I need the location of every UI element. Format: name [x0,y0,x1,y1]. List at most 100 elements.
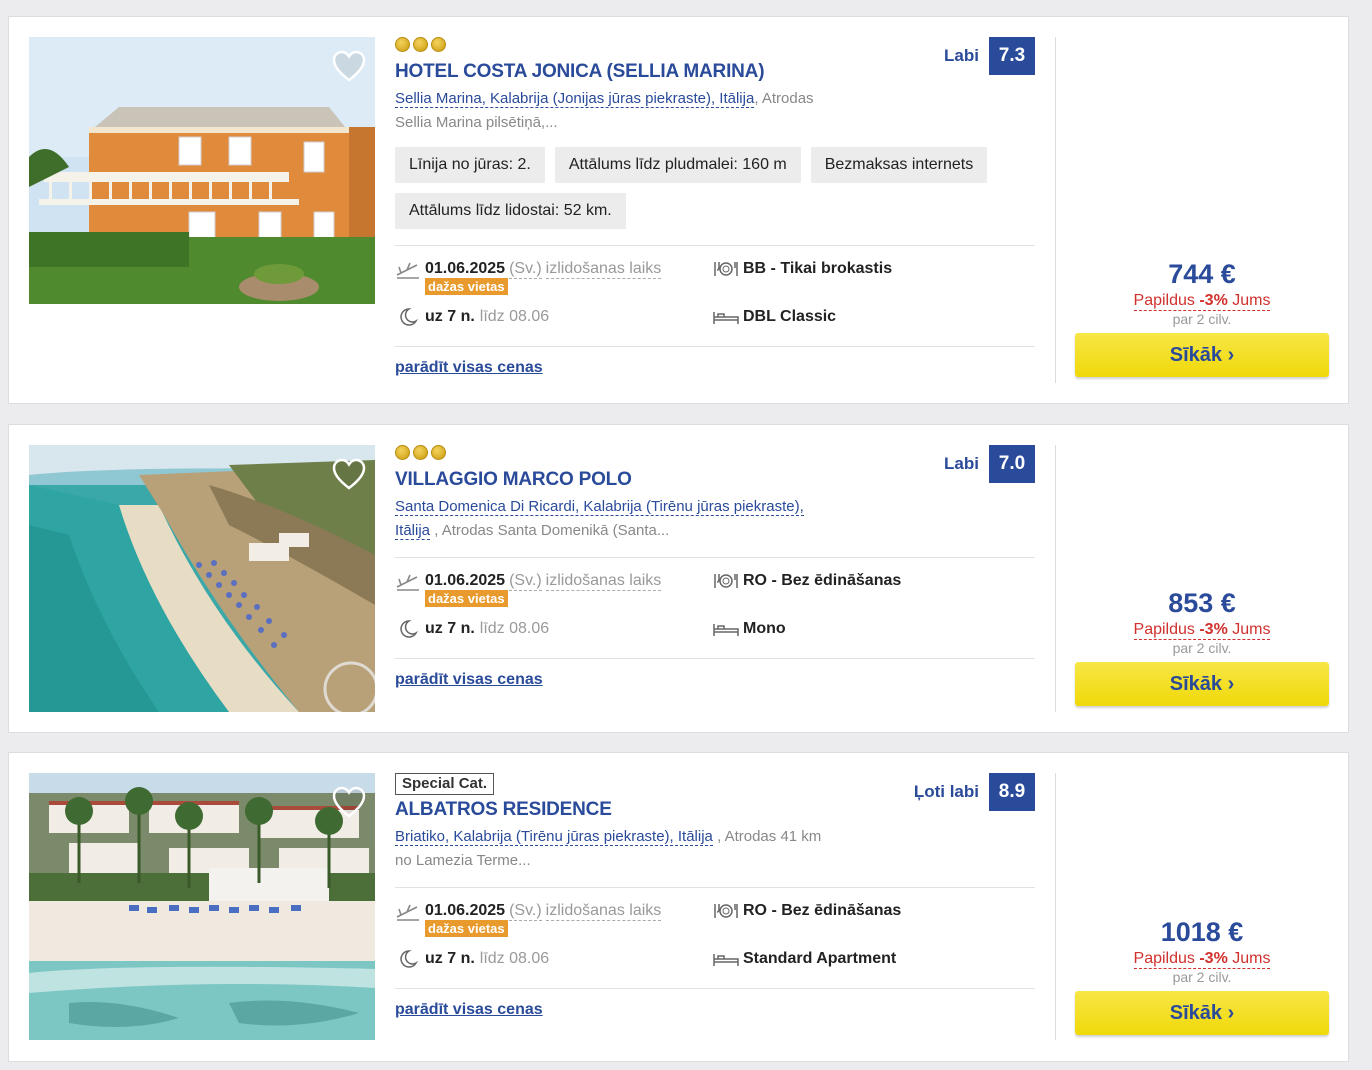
favorite-heart-icon[interactable] [331,49,367,85]
details-button[interactable]: Sīkāk › [1075,991,1329,1035]
hotel-photo[interactable] [29,37,375,304]
discount-note[interactable]: Papildus -3% Jums [1133,292,1271,311]
special-category-badge: Special Cat. [395,773,495,795]
hotel-info: HOTEL COSTA JONICA (SELLIA MARINA) Selli… [395,37,1035,377]
departure-date[interactable]: 01.06.2025 (Sv.) izlidošanas laiks [395,260,662,279]
board-type: BB - Tikai brokastis [713,260,892,278]
room-type: Standard Apartment [713,950,896,968]
rating-score: 7.3 [989,37,1035,75]
per-persons: par 2 cilv. [1172,311,1232,327]
rating-label: Ļoti labi [913,782,979,801]
hotel-location: Santa Domenica Di Ricardi, Kalabrija (Ti… [395,495,1035,543]
meal-icon [713,902,739,920]
tag: Līnija no jūras: 2. [395,147,545,183]
price-box: 744 € Papildus -3% Jums par 2 cilv. Sīkā… [1075,259,1329,377]
trip-details: 01.06.2025 (Sv.) izlidošanas laiks dažas v… [395,246,1035,346]
favorite-heart-icon[interactable] [331,785,367,821]
bed-icon [713,620,739,638]
divider [395,988,1035,989]
availability-badge: dažas vietas [425,278,508,295]
trip-details: 01.06.2025 (Sv.) izlidošanas laiks dažas v… [395,888,1035,988]
meal-icon [713,572,739,590]
location-link[interactable]: Sellia Marina, Kalabrija (Jonijas jūras … [395,90,755,108]
hotel-tags: Līnija no jūras: 2. Attālums līdz pludma… [395,147,1005,229]
plane-icon [395,573,421,591]
star-icon [413,445,428,460]
hotel-card: VILLAGGIO MARCO POLO Santa Domenica Di R… [8,424,1349,733]
discount-note[interactable]: Papildus -3% Jums [1133,621,1271,640]
moon-icon [395,308,421,326]
availability-badge: dažas vietas [425,920,508,937]
favorite-heart-icon[interactable] [331,457,367,493]
plane-icon [395,903,421,921]
per-persons: par 2 cilv. [1172,969,1232,985]
location-link[interactable]: Santa Domenica Di Ricardi, Kalabrija (Ti… [395,498,804,516]
hotel-photo[interactable] [29,773,375,1040]
nights: uz 7 n. līdz 08.06 [395,308,549,326]
tag: Bezmaksas internets [810,147,988,183]
trip-details: 01.06.2025 (Sv.) izlidošanas laiks dažas v… [395,558,1035,658]
discount-note[interactable]: Papildus -3% Jums [1133,950,1271,969]
rating-label: Labi [944,46,979,65]
departure-date[interactable]: 01.06.2025 (Sv.) izlidošanas laiks [395,902,662,921]
hotel-location: Briatiko, Kalabrija (Tirēnu jūras piekra… [395,825,1035,873]
availability-badge: dažas vietas [425,590,508,607]
divider [1055,773,1056,1040]
price: 744 € [1168,259,1236,289]
star-icon [395,37,410,52]
hotel-info: VILLAGGIO MARCO POLO Santa Domenica Di R… [395,445,1035,689]
room-type: DBL Classic [713,308,836,326]
hotel-card: Special Cat. ALBATROS RESIDENCE Briatiko… [8,752,1349,1062]
moon-icon [395,620,421,638]
location-text: , Atrodas [754,90,814,107]
show-all-prices-link[interactable]: parādīt visas cenas [395,1001,543,1019]
show-all-prices-link[interactable]: parādīt visas cenas [395,359,543,377]
star-icon [413,37,428,52]
bed-icon [713,950,739,968]
room-type: Mono [713,620,786,638]
location-link[interactable]: Briatiko, Kalabrija (Tirēnu jūras piekra… [395,828,713,846]
hotel-name[interactable]: HOTEL COSTA JONICA (SELLIA MARINA) [395,61,1035,83]
location-text-2: no Lamezia Terme... [395,852,531,869]
price: 853 € [1168,588,1236,618]
bed-icon [713,308,739,326]
show-all-prices-link[interactable]: parādīt visas cenas [395,671,543,689]
moon-icon [395,950,421,968]
hotel-stars [395,37,1035,55]
star-icon [395,445,410,460]
star-icon [431,37,446,52]
nights: uz 7 n. līdz 08.06 [395,620,549,638]
details-button[interactable]: Sīkāk › [1075,662,1329,706]
divider [395,346,1035,347]
per-persons: par 2 cilv. [1172,640,1232,656]
hotel-card: HOTEL COSTA JONICA (SELLIA MARINA) Selli… [8,16,1349,404]
meal-icon [713,260,739,278]
star-icon [431,445,446,460]
hotel-location: Sellia Marina, Kalabrija (Jonijas jūras … [395,87,1035,135]
rating-score: 8.9 [989,773,1035,811]
nights: uz 7 n. līdz 08.06 [395,950,549,968]
price: 1018 € [1160,917,1244,947]
hotel-photo[interactable] [29,445,375,712]
divider [395,658,1035,659]
plane-icon [395,261,421,279]
location-text-2: Sellia Marina pilsētiņā,... [395,114,558,131]
departure-date[interactable]: 01.06.2025 (Sv.) izlidošanas laiks [395,572,662,591]
location-link[interactable]: Itālija [395,522,431,540]
rating-score: 7.0 [989,445,1035,483]
location-text: , Atrodas Santa Domenikā (Santa... [430,522,670,539]
board-type: RO - Bez ēdināšanas [713,572,901,590]
location-text: , Atrodas 41 km [712,828,822,845]
tag: Attālums līdz pludmalei: 160 m [554,147,801,183]
rating: Labi 7.3 [944,37,1035,75]
hotel-stars [395,445,1035,463]
divider [1055,37,1056,383]
rating-label: Labi [944,454,979,473]
hotel-info: Special Cat. ALBATROS RESIDENCE Briatiko… [395,773,1035,1019]
hotel-name[interactable]: VILLAGGIO MARCO POLO [395,469,1035,491]
details-button[interactable]: Sīkāk › [1075,333,1329,377]
rating: Labi 7.0 [944,445,1035,483]
tag: Attālums līdz lidostai: 52 km. [395,193,626,229]
price-box: 1018 € Papildus -3% Jums par 2 cilv. Sīk… [1075,917,1329,1035]
board-type: RO - Bez ēdināšanas [713,902,901,920]
